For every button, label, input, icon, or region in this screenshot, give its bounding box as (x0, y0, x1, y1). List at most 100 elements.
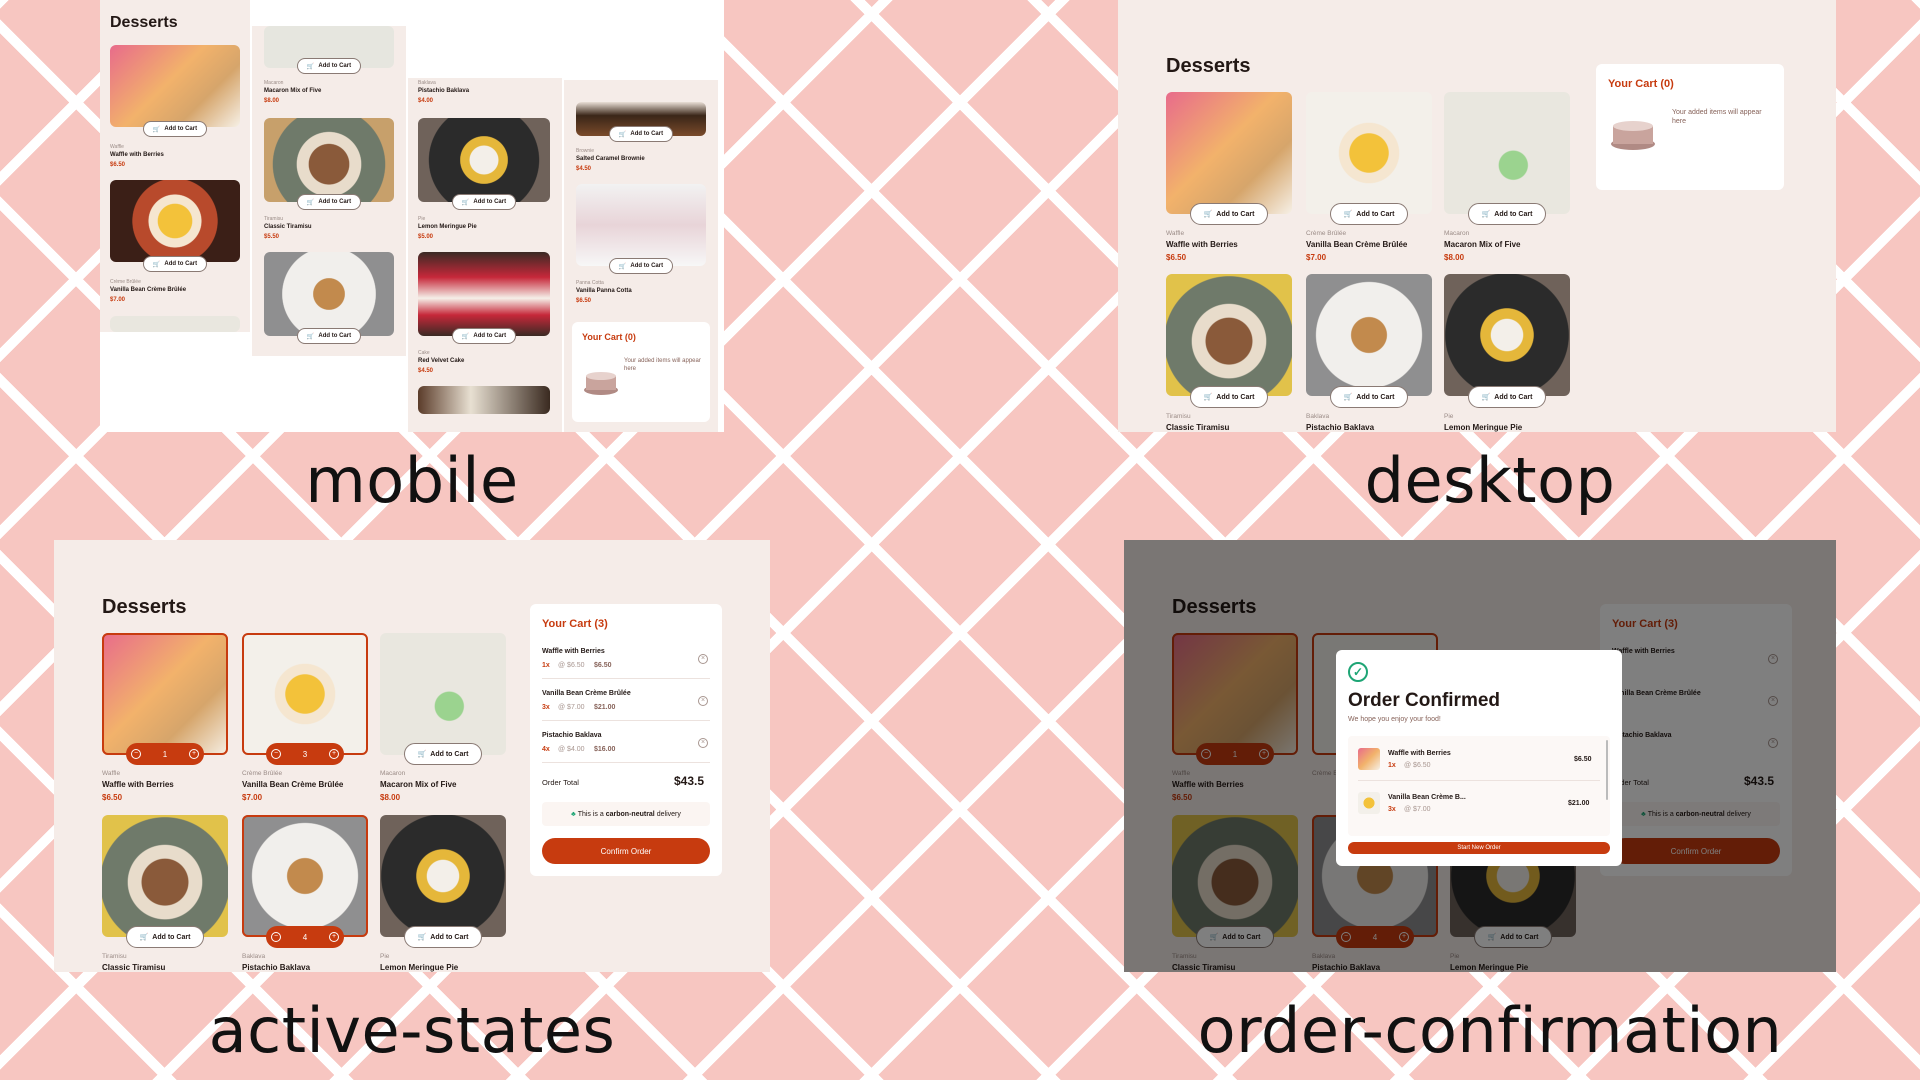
product-name: Classic Tiramisu (264, 224, 312, 230)
order-confirmation-screenshot: Desserts − 1 + Waffle Waffle with Berrie… (1124, 540, 1836, 972)
product-price: $4.00 (418, 98, 434, 104)
desktop-screenshot: Desserts 🛒 Add to Cart Waffle Waffle with… (1118, 0, 1836, 432)
add-to-cart-button[interactable]: 🛒Add to Cart (1190, 203, 1268, 225)
add-to-cart-button[interactable]: 🛒Add to Cart (143, 256, 207, 272)
check-circle-icon: ✓ (1348, 662, 1368, 682)
decrement-icon[interactable]: − (271, 932, 281, 942)
cart-icon: 🛒 (152, 261, 161, 268)
cart-empty-text: Your added items will appear here (624, 358, 701, 372)
cart-item-qty: 3x (542, 704, 550, 711)
product-image-waffle (110, 45, 240, 127)
decrement-icon[interactable]: − (131, 749, 141, 759)
product-category: Waffle (110, 144, 124, 150)
remove-icon[interactable]: × (698, 654, 708, 664)
add-to-cart-button[interactable]: 🛒Add to Cart (404, 743, 482, 765)
start-new-order-button[interactable]: Start New Order (1348, 842, 1610, 854)
product-image-tiramisu (102, 815, 228, 937)
mobile-column-4: 🛒 Add to Cart Brownie Salted Caramel Brow… (564, 80, 718, 432)
order-item-total: $21.00 (1568, 800, 1590, 807)
add-to-cart-button[interactable]: 🛒Add to Cart (609, 126, 673, 142)
add-to-cart-button[interactable]: 🛒Add to Cart (1330, 203, 1408, 225)
caption-desktop: desktop (1364, 444, 1616, 517)
product-image-creme-brulee (110, 180, 240, 262)
product-name: Vanilla Bean Crème Brûlée (1306, 240, 1408, 249)
product-image-lemon-pie (380, 815, 506, 937)
increment-icon[interactable]: + (188, 749, 199, 759)
order-item-qty: 1x (1388, 762, 1396, 769)
cart-item-qty: 1x (542, 662, 550, 669)
product-price: $7.00 (1306, 253, 1327, 262)
product-name: Vanilla Panna Cotta (576, 288, 632, 294)
product-price: $8.00 (1444, 253, 1465, 262)
order-item-thumb (1358, 748, 1380, 770)
modal-title: Order Confirmed (1348, 690, 1501, 711)
add-to-cart-button[interactable]: 🛒Add to Cart (452, 194, 516, 210)
product-category: Crème Brûlée (110, 279, 141, 285)
order-item-thumb (1358, 792, 1380, 814)
increment-icon[interactable]: + (328, 749, 339, 759)
page-title: Desserts (1166, 55, 1251, 77)
page-title: Desserts (102, 596, 187, 618)
add-to-cart-button[interactable]: 🛒Add to Cart (143, 121, 207, 137)
cart-item-unit: @ $7.00 (558, 704, 585, 711)
cart-icon: 🛒 (1481, 394, 1491, 401)
tree-icon: ♣ (571, 810, 576, 818)
product-price: $8.00 (380, 793, 401, 802)
order-item-total: $6.50 (1574, 756, 1592, 763)
summary-scrollbar[interactable] (1606, 740, 1608, 800)
order-item-unit: @ $6.50 (1404, 762, 1431, 769)
cart-item-name: Pistachio Baklava (542, 732, 602, 739)
product-category: Crème Brûlée (242, 770, 283, 777)
product-price: $7.00 (110, 297, 126, 303)
quantity-stepper[interactable]: − 4 + (266, 926, 344, 948)
cart-icon: 🛒 (618, 263, 627, 270)
order-item-unit: @ $7.00 (1404, 806, 1431, 813)
product-image-waffle (1166, 92, 1292, 214)
add-to-cart-button[interactable]: 🛒Add to Cart (297, 194, 361, 210)
increment-icon[interactable]: + (328, 932, 339, 942)
product-name: Waffle with Berries (1166, 240, 1238, 249)
mobile-column-1: Desserts 🛒 Add to Cart Waffle Waffle with… (100, 0, 250, 332)
product-category: Baklava (418, 80, 436, 86)
product-image-waffle (102, 633, 228, 755)
add-to-cart-button[interactable]: 🛒Add to Cart (297, 328, 361, 344)
cart-icon: 🛒 (417, 934, 427, 941)
product-price: $6.50 (102, 793, 123, 802)
divider (542, 762, 710, 763)
quantity-stepper[interactable]: − 1 + (126, 743, 204, 765)
product-name: Lemon Meringue Pie (418, 224, 477, 230)
cart-icon: 🛒 (1203, 211, 1213, 218)
decrement-icon[interactable]: − (271, 749, 281, 759)
cart-item-unit: @ $4.00 (558, 746, 585, 753)
cart-title: Your Cart (3) (542, 618, 608, 630)
product-name: Macaron Mix of Five (1444, 240, 1521, 249)
quantity-stepper[interactable]: − 3 + (266, 743, 344, 765)
product-name: Red Velvet Cake (418, 358, 465, 364)
cart-item-name: Vanilla Bean Crème Brûlée (542, 690, 631, 697)
cart-icon: 🛒 (461, 333, 470, 340)
add-to-cart-button[interactable]: 🛒Add to Cart (1468, 203, 1546, 225)
remove-icon[interactable]: × (698, 738, 708, 748)
add-to-cart-button[interactable]: 🛒Add to Cart (126, 926, 204, 948)
add-to-cart-button[interactable]: 🛒Add to Cart (1468, 386, 1546, 408)
product-category: Cake (418, 350, 430, 356)
empty-cake-icon (582, 366, 620, 396)
cart-item-qty: 4x (542, 746, 550, 753)
product-image-creme-brulee (1306, 92, 1432, 214)
confirm-order-button[interactable]: Confirm Order (542, 838, 710, 864)
carbon-neutral-note: ♣ This is a carbon-neutral delivery (542, 802, 710, 826)
product-name: Classic Tiramisu (1166, 423, 1230, 432)
cart-title: Your Cart (0) (582, 332, 636, 342)
add-to-cart-button[interactable]: 🛒Add to Cart (1330, 386, 1408, 408)
add-to-cart-button[interactable]: 🛒Add to Cart (609, 258, 673, 274)
add-to-cart-button[interactable]: 🛒Add to Cart (404, 926, 482, 948)
product-category: Crème Brûlée (1306, 230, 1347, 237)
add-to-cart-button[interactable]: 🛒Add to Cart (1190, 386, 1268, 408)
cart-panel: Your Cart (0) Your added items will appe… (572, 322, 710, 422)
mobile-column-2: 🛒 Add to Cart Macaron Macaron Mix of Five… (252, 26, 406, 356)
add-to-cart-button[interactable]: 🛒Add to Cart (297, 58, 361, 74)
add-to-cart-button[interactable]: 🛒Add to Cart (452, 328, 516, 344)
order-item-qty: 3x (1388, 806, 1396, 813)
order-total-value: $43.5 (674, 774, 705, 788)
remove-icon[interactable]: × (698, 696, 708, 706)
